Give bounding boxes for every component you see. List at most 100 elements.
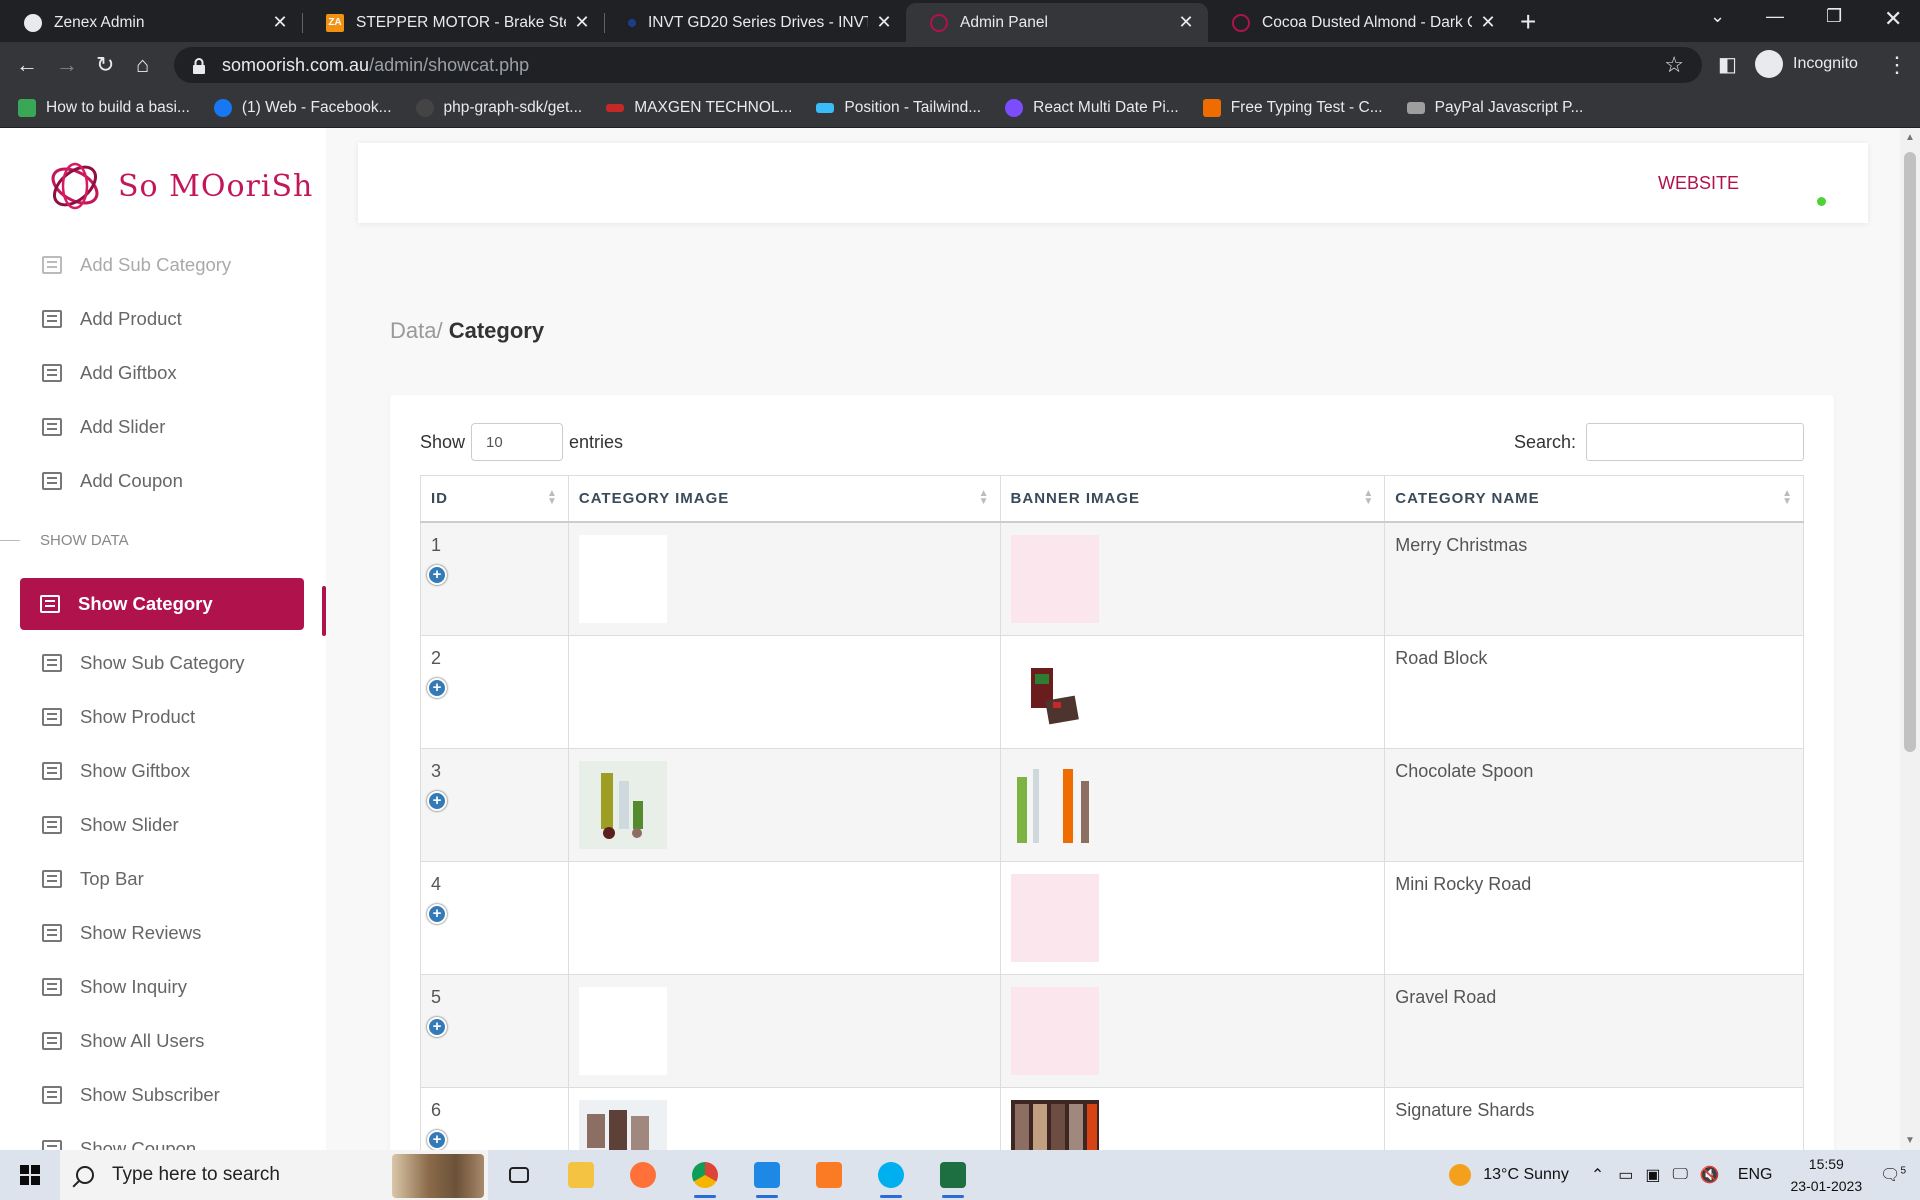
sidebar-item-show-reviews[interactable]: Show Reviews — [0, 906, 326, 960]
tab-cocoa-dusted-almond[interactable]: Cocoa Dusted Almond - Dark Ch ✕ — [1208, 3, 1510, 42]
list-icon — [42, 1140, 62, 1150]
taskbar-search[interactable]: Type here to search — [60, 1150, 488, 1200]
bookmark-star-icon[interactable]: ☆ — [1664, 52, 1684, 78]
sidebar-item-show-category[interactable]: Show Category — [20, 578, 304, 630]
close-icon[interactable]: ✕ — [574, 12, 590, 33]
sidebar-item-show-product[interactable]: Show Product — [0, 690, 326, 744]
forward-arrow-icon[interactable]: → — [56, 52, 78, 78]
close-icon[interactable]: ✕ — [1480, 12, 1496, 33]
task-view-button[interactable] — [488, 1150, 550, 1200]
page-scrollbar[interactable]: ▲ ▼ — [1900, 128, 1920, 1150]
task-view-icon — [509, 1167, 529, 1183]
weather-text[interactable]: 13°C Sunny — [1483, 1166, 1569, 1184]
breadcrumb-parent[interactable]: Data/ — [390, 318, 443, 343]
taskbar-excel[interactable] — [922, 1150, 984, 1200]
table-row: 2 + Road Block — [420, 634, 1804, 749]
bookmark-item[interactable]: MAXGEN TECHNOL... — [606, 99, 792, 117]
scrollbar-thumb[interactable] — [1904, 152, 1916, 752]
sidebar-item-show-all-users[interactable]: Show All Users — [0, 1014, 326, 1068]
bookmark-item[interactable]: php-graph-sdk/get... — [415, 98, 582, 117]
taskbar-clock[interactable]: 15:59 23-01-2023 — [1791, 1153, 1863, 1197]
taskbar-file-explorer[interactable] — [550, 1150, 612, 1200]
incognito-indicator[interactable]: Incognito — [1755, 50, 1858, 78]
sidebar-item-add-slider[interactable]: Add Slider — [0, 400, 326, 454]
close-icon[interactable]: ✕ — [876, 12, 892, 33]
list-icon — [42, 708, 62, 726]
home-icon[interactable]: ⌂ — [136, 52, 149, 78]
meet-now-icon[interactable]: ▭ — [1618, 1165, 1633, 1185]
list-icon — [42, 418, 62, 436]
minimize-button[interactable]: — — [1766, 6, 1784, 27]
scroll-up-icon[interactable]: ▲ — [1905, 132, 1915, 143]
taskbar-vscode[interactable] — [736, 1150, 798, 1200]
input-language[interactable]: ENG — [1738, 1166, 1773, 1184]
sidebar-item-show-subscriber[interactable]: Show Subscriber — [0, 1068, 326, 1122]
expand-row-icon[interactable]: + — [427, 564, 447, 585]
column-header-banner-image[interactable]: BANNER IMAGE ▲ ▼ — [999, 475, 1386, 523]
close-icon[interactable]: ✕ — [1178, 12, 1194, 33]
notifications-icon[interactable]: 🗨5 — [1880, 1165, 1906, 1185]
category-image-empty — [579, 648, 667, 736]
taskbar-skype[interactable] — [860, 1150, 922, 1200]
expand-row-icon[interactable]: + — [427, 1016, 447, 1037]
sidebar-item-add-product[interactable]: Add Product — [0, 292, 326, 346]
close-window-button[interactable]: ✕ — [1884, 6, 1902, 32]
tab-zenex-admin[interactable]: Zenex Admin ✕ — [0, 3, 302, 42]
expand-row-icon[interactable]: + — [427, 903, 447, 924]
sidebar-item-show-inquiry[interactable]: Show Inquiry — [0, 960, 326, 1014]
restore-button[interactable]: ❐ — [1826, 6, 1842, 27]
menu-kebab-icon[interactable]: ⋮ — [1886, 52, 1908, 78]
sidebar-item-show-slider[interactable]: Show Slider — [0, 798, 326, 852]
banner-image — [1010, 986, 1099, 1075]
expand-row-icon[interactable]: + — [427, 1129, 447, 1150]
side-panel-icon[interactable]: ◧ — [1718, 52, 1737, 77]
taskbar-xampp[interactable] — [798, 1150, 860, 1200]
online-status-dot — [1817, 197, 1826, 206]
entries-select[interactable]: 10 — [471, 423, 564, 461]
sidebar-item-add-sub-category[interactable]: Add Sub Category — [0, 238, 326, 292]
sidebar-item-show-giftbox[interactable]: Show Giftbox — [0, 744, 326, 798]
network-icon[interactable]: 🖵 — [1672, 1166, 1687, 1184]
website-link[interactable]: WEBSITE — [1658, 173, 1739, 194]
sidebar-item-show-sub-category[interactable]: Show Sub Category — [0, 636, 326, 690]
sidebar-item-show-coupon[interactable]: Show Coupon — [0, 1122, 326, 1150]
list-icon — [42, 310, 62, 328]
sort-icon: ▲ ▼ — [978, 488, 990, 507]
brand-logo[interactable]: So MOoriSh — [44, 156, 313, 216]
sidebar-item-add-coupon[interactable]: Add Coupon — [0, 454, 326, 508]
chevron-up-icon[interactable]: ⌃ — [1591, 1165, 1604, 1185]
active-indicator — [322, 586, 326, 636]
sidebar-item-top-bar[interactable]: Top Bar — [0, 852, 326, 906]
bookmark-item[interactable]: PayPal Javascript P... — [1406, 99, 1583, 117]
table-row: 3 + Chocolate Spoon — [420, 747, 1804, 862]
display-icon[interactable]: ▣ — [1645, 1165, 1660, 1185]
tab-admin-panel[interactable]: Admin Panel ✕ — [906, 3, 1208, 42]
new-tab-button[interactable]: + — [1520, 6, 1536, 38]
tab-search-icon[interactable]: ⌄ — [1710, 6, 1725, 27]
expand-row-icon[interactable]: + — [427, 677, 447, 698]
taskbar-chrome[interactable] — [674, 1150, 736, 1200]
bookmark-item[interactable]: Free Typing Test - C... — [1202, 98, 1383, 117]
start-button[interactable] — [0, 1150, 60, 1200]
search-input[interactable] — [1586, 423, 1804, 461]
bookmark-item[interactable]: How to build a basi... — [18, 98, 190, 117]
speaker-muted-icon[interactable]: 🔇 — [1700, 1165, 1720, 1185]
sidebar-item-add-giftbox[interactable]: Add Giftbox — [0, 346, 326, 400]
column-header-category-image[interactable]: CATEGORY IMAGE ▲ ▼ — [567, 475, 1001, 523]
taskbar-firefox[interactable] — [612, 1150, 674, 1200]
expand-row-icon[interactable]: + — [427, 790, 447, 811]
scroll-down-icon[interactable]: ▼ — [1905, 1135, 1915, 1146]
back-arrow-icon[interactable]: ← — [16, 52, 38, 78]
tailwind-icon — [816, 102, 835, 113]
bookmark-item[interactable]: (1) Web - Facebook... — [213, 98, 392, 117]
bookmark-item[interactable]: React Multi Date Pi... — [1005, 98, 1179, 117]
list-icon — [42, 762, 62, 780]
column-header-category-name[interactable]: CATEGORY NAME ▲ ▼ — [1384, 475, 1804, 523]
bookmark-item[interactable]: Position - Tailwind... — [816, 99, 981, 117]
reload-icon[interactable]: ↻ — [96, 52, 114, 78]
tab-invt-drives[interactable]: INVT GD20 Series Drives - INVT G ✕ — [604, 3, 906, 42]
column-header-id[interactable]: ID ▲ ▼ — [420, 475, 569, 523]
close-icon[interactable]: ✕ — [272, 12, 288, 33]
address-bar[interactable]: somoorish.com.au/admin/showcat.php ☆ — [174, 47, 1702, 83]
tab-stepper-motor[interactable]: ZA STEPPER MOTOR - Brake Stepper ✕ — [302, 3, 604, 42]
